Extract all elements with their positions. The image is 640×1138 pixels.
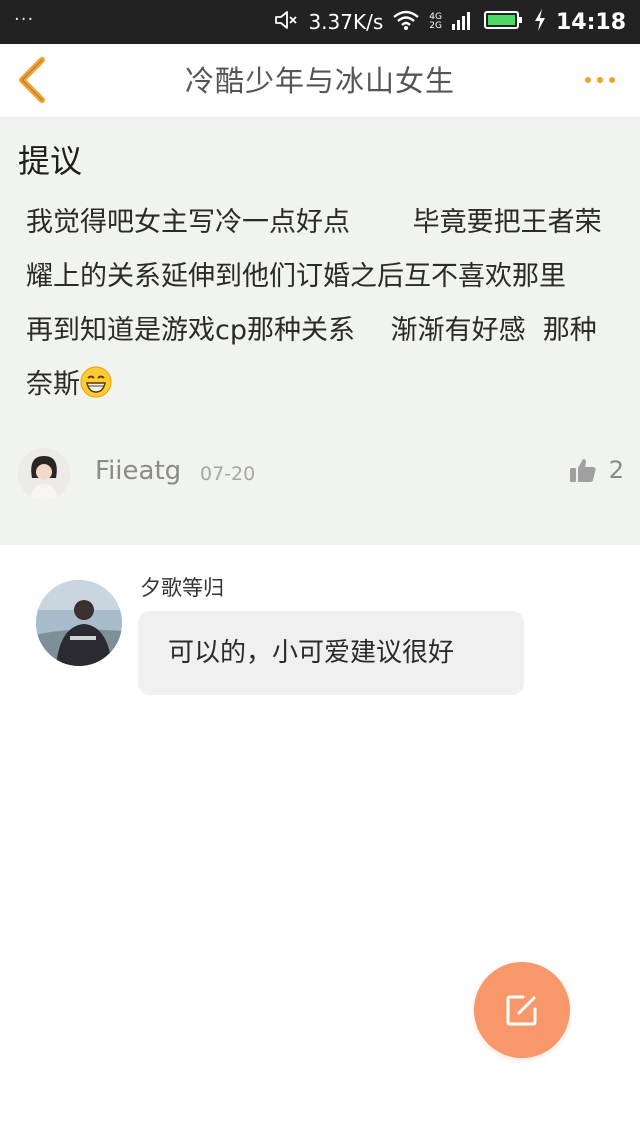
author-avatar[interactable] [18, 448, 70, 500]
reply-author[interactable]: 夕歌等归 [140, 572, 224, 602]
nav-bar: 冷酷少年与冰山女生 [0, 44, 640, 118]
write-reply-button[interactable] [474, 962, 570, 1058]
reply-bubble: 可以的，小可爱建议很好 [138, 611, 524, 695]
signal-icon [451, 10, 474, 34]
reply-avatar[interactable] [36, 580, 122, 666]
post-body-text: 我觉得吧女主写冷一点好点 毕竟要把王者荣耀上的关系延伸到他们订婚之后互不喜欢那里… [26, 207, 602, 400]
net-speed: 3.37K/s [308, 10, 384, 34]
like-count: 2 [608, 456, 624, 484]
battery-icon [483, 9, 524, 35]
grinning-face-icon [80, 363, 112, 398]
status-menu-dots: ··· [14, 8, 35, 30]
more-button[interactable] [582, 68, 622, 92]
charging-icon [534, 9, 546, 35]
avatar-image [36, 580, 122, 666]
more-dots-icon [585, 77, 615, 83]
post-body: 我觉得吧女主写冷一点好点 毕竟要把王者荣耀上的关系延伸到他们订婚之后互不喜欢那里… [26, 196, 616, 412]
like-button[interactable]: 2 [569, 456, 624, 484]
network-type: 4G 2G [429, 13, 442, 31]
author-name[interactable]: Fiieatg [95, 456, 181, 486]
status-time: 14:18 [555, 9, 626, 35]
post-title: 提议 [18, 142, 83, 180]
status-bar: ··· 3.37K/s 4G 2G 14:18 [0, 0, 640, 44]
wifi-icon [393, 10, 420, 34]
mute-icon [274, 9, 298, 35]
status-right-group: 3.37K/s 4G 2G 14:18 [274, 9, 626, 35]
thumbs-up-icon [569, 459, 596, 482]
post-card: 提议 我觉得吧女主写冷一点好点 毕竟要把王者荣耀上的关系延伸到他们订婚之后互不喜… [0, 118, 640, 545]
post-date: 07-20 [200, 463, 256, 485]
avatar-image [18, 448, 70, 500]
edit-icon [506, 995, 537, 1026]
network-type-bottom: 2G [429, 21, 442, 31]
page-title: 冷酷少年与冰山女生 [184, 64, 455, 98]
